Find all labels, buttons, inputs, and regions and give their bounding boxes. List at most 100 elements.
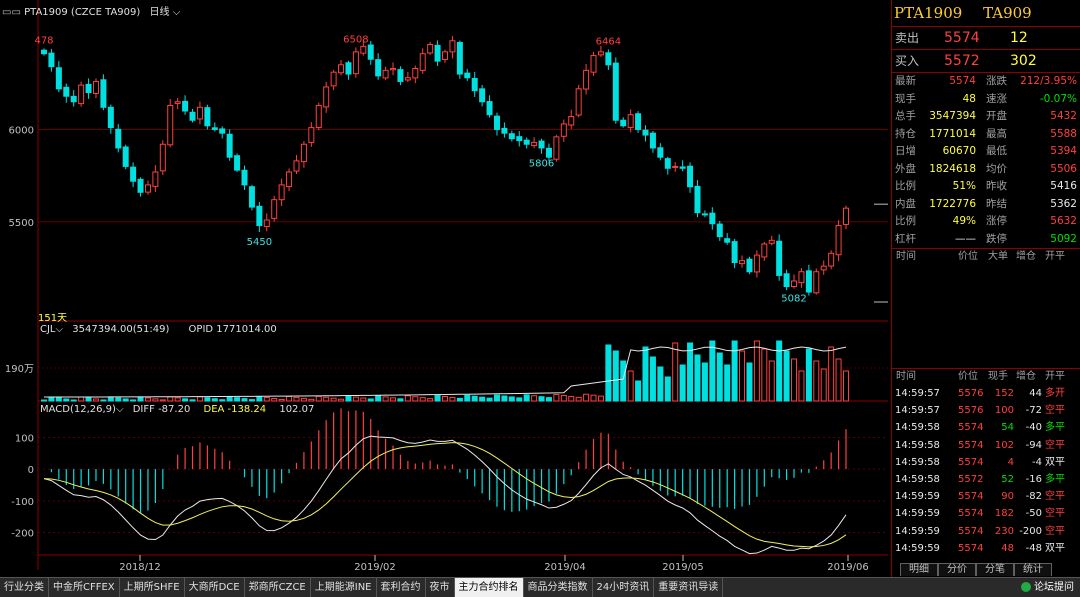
market-tab[interactable]: 上期所SHFE xyxy=(120,578,185,597)
volume-bar xyxy=(70,399,77,402)
market-tab[interactable]: 主力合约排名 xyxy=(454,578,524,597)
candle-body xyxy=(41,49,47,55)
candle-body xyxy=(560,123,567,137)
quote-row: 持仓 1771014 最高 5588 xyxy=(892,126,1080,144)
opid-value: OPID 1771014.00 xyxy=(188,324,277,335)
candle-body xyxy=(456,41,463,75)
candle-body xyxy=(835,225,842,256)
volume-bar xyxy=(798,370,805,402)
quote-row: 现手 48 速涨 -0.07% xyxy=(892,91,1080,109)
tick-header: 时间 价位 现手 增仓 开平 xyxy=(896,371,1065,382)
candle-body xyxy=(115,128,122,149)
volume-bar xyxy=(293,396,300,402)
volume-bar xyxy=(835,358,842,402)
tick-row: 14:59:59 5574 48 -48 双平 xyxy=(892,540,1080,557)
candle-body xyxy=(605,52,612,66)
quote-row: 日增 60670 最低 5394 xyxy=(892,143,1080,161)
volume-bar xyxy=(204,397,211,402)
candle-body xyxy=(843,207,849,225)
candle-body xyxy=(516,136,523,142)
x-axis-label: 2019/04 xyxy=(544,562,586,573)
tick-time: 14:59:59 xyxy=(895,542,940,554)
candle-body xyxy=(798,271,805,284)
candle-body xyxy=(130,166,137,182)
tick-type: 多平 xyxy=(1045,473,1065,485)
quote-label: 比例 xyxy=(895,215,916,227)
quote-row: 内盘 1722776 昨结 5362 xyxy=(892,196,1080,214)
volume-indicator-selector[interactable]: CJL⌵ xyxy=(40,324,63,335)
detail-tab[interactable]: 统计 xyxy=(1014,563,1052,576)
tick-price: 5574 xyxy=(958,491,984,503)
quote-label: 最高 xyxy=(986,127,1007,140)
detail-tab[interactable]: 分价 xyxy=(938,563,976,576)
candle-body xyxy=(360,45,367,54)
volume-bar xyxy=(820,368,827,402)
volume-bar xyxy=(315,395,322,402)
chat-icon xyxy=(1021,582,1031,592)
volume-bar xyxy=(397,398,404,402)
quote-code: TA909 xyxy=(983,4,1032,22)
menu-icon[interactable]: ▭▭ xyxy=(2,7,21,18)
candle-body xyxy=(820,265,827,271)
detail-tab[interactable]: 明细 xyxy=(900,563,938,576)
macd-axis-label: -100 xyxy=(11,497,34,508)
quote-value: 5092 xyxy=(1050,232,1077,245)
tick-volume: 102 xyxy=(994,439,1014,451)
forum-link[interactable]: 论坛提问 xyxy=(1021,578,1074,597)
tick-row: 14:59:58 5574 102 -94 空平 xyxy=(892,437,1080,454)
quote-value: 5394 xyxy=(1050,145,1077,157)
market-tab[interactable]: 上期能源INE xyxy=(311,578,377,597)
volume-bar xyxy=(813,360,820,402)
candle-body xyxy=(657,147,664,158)
candle-body xyxy=(471,77,478,92)
macd-indicator-selector[interactable]: MACD(12,26,9)⌵ xyxy=(40,404,124,415)
candle-body xyxy=(768,239,775,244)
market-tab[interactable]: 夜市 xyxy=(426,578,455,597)
tick-oi-change: -72 xyxy=(1025,405,1042,417)
market-tab[interactable]: 大商所DCE xyxy=(185,578,245,597)
candle-body xyxy=(375,59,382,77)
bid-row: 买入 5572 302 xyxy=(892,50,1080,72)
detail-tab[interactable]: 分笔 xyxy=(976,563,1014,576)
volume-value: 3547394.00(51:49) xyxy=(72,324,170,335)
volume-bar xyxy=(590,394,597,402)
quote-value: 5432 xyxy=(1050,110,1077,122)
period-selector[interactable]: 日线 ⌵ xyxy=(150,7,181,18)
market-tab[interactable]: 郑商所CZCE xyxy=(245,578,311,597)
candle-body xyxy=(382,69,389,79)
quote-value: —— xyxy=(955,232,976,245)
chart-area[interactable]: 6000 5500 478 6508 6464 5806 5450 5082 190万 100 0 -… xyxy=(0,0,891,577)
market-tab[interactable]: 中金所CFFEX xyxy=(49,578,120,597)
volume-bar xyxy=(843,370,849,402)
tick-price: 5574 xyxy=(958,525,984,537)
market-tab[interactable]: 重要资讯导读 xyxy=(654,578,724,597)
tick-list[interactable]: 14:59:57 5576 152 44 多开 14:59:57 5576 100 -72 空平 1… xyxy=(892,385,1080,557)
market-tab[interactable]: 套利合约 xyxy=(377,578,426,597)
tick-oi-change: -48 xyxy=(1025,542,1042,554)
quote-value: 3547394 xyxy=(929,110,976,122)
chevron-down-icon: ⌵ xyxy=(55,324,64,335)
candle-body xyxy=(174,101,181,104)
volume-bar xyxy=(575,396,582,402)
volume-bar xyxy=(182,398,189,402)
tick-oi-change: -94 xyxy=(1025,439,1042,451)
tick-oi-change: -16 xyxy=(1025,473,1042,485)
tick-type: 多平 xyxy=(1045,422,1065,434)
volume-bar xyxy=(456,397,463,402)
candle-body xyxy=(523,139,530,145)
quote-label: 现手 xyxy=(895,92,916,105)
candle-body xyxy=(338,64,345,74)
tick-time: 14:59:57 xyxy=(895,405,940,417)
market-tab[interactable]: 商品分类指数 xyxy=(524,578,593,597)
tick-row: 14:59:59 5574 90 -82 空平 xyxy=(892,488,1080,505)
volume-bar xyxy=(731,340,738,402)
bid-volume: 302 xyxy=(1010,53,1037,69)
quote-value: 5362 xyxy=(1050,197,1077,210)
candle-body xyxy=(627,114,634,128)
chart-canvas[interactable]: 6000 5500 478 6508 6464 5806 5450 5082 190万 100 0 -… xyxy=(0,0,891,577)
quote-row: 杠杆 —— 跌停 5092 xyxy=(892,231,1080,249)
market-tab[interactable]: 行业分类 xyxy=(0,578,49,597)
candle-body xyxy=(479,88,486,103)
market-tab[interactable]: 24小时资讯 xyxy=(593,578,655,597)
volume-bar xyxy=(41,399,47,402)
